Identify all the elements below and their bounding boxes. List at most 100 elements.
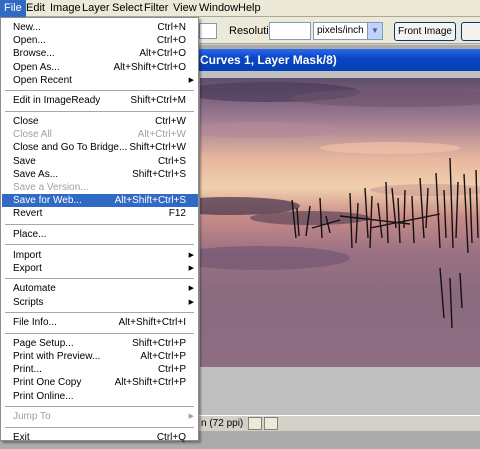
menu-item-label: File Info... — [13, 317, 57, 329]
menu-item-label: Revert — [13, 208, 43, 220]
menu-item-edit-in-imageready[interactable]: Edit in ImageReady Shift+Ctrl+M — [2, 94, 198, 107]
menu-item-print[interactable]: Print... Ctrl+P — [2, 363, 198, 376]
menu-item-label: Jump To — [13, 411, 51, 423]
menu-item-shortcut: Shift+Ctrl+W — [129, 142, 186, 154]
menu-item-label: Print with Preview... — [13, 351, 101, 362]
menu-item-jump-to: Jump To ▶ — [2, 410, 198, 423]
resolution-field[interactable] — [269, 22, 311, 40]
menu-item-save-for-web[interactable]: Save for Web... Alt+Shift+Ctrl+S — [2, 194, 198, 208]
height-field[interactable] — [199, 23, 217, 39]
menubar: File Edit Image Layer Select Filter View… — [0, 0, 480, 17]
menu-item-shortcut: Ctrl+P — [157, 364, 186, 376]
menu-item-label: Close All — [13, 129, 52, 141]
menu-item-automate[interactable]: Automate ▶ — [2, 282, 198, 295]
menu-item-label: Print... — [13, 364, 42, 376]
menu-item-print-online[interactable]: Print Online... — [2, 390, 198, 403]
menu-item-shortcut: Ctrl+N — [157, 22, 186, 33]
menu-item-file-info[interactable]: File Info... Alt+Shift+Ctrl+I — [2, 316, 198, 329]
menu-item-label: Export — [13, 262, 42, 274]
menu-item-open-recent[interactable]: Open Recent ▶ — [2, 74, 198, 87]
menu-item-label: Place... — [13, 229, 47, 240]
status-button[interactable] — [264, 417, 278, 430]
submenu-arrow-icon: ▶ — [188, 264, 194, 272]
menu-item-shortcut: Shift+Ctrl+P — [132, 337, 186, 349]
menu-item-label: Open... — [13, 35, 46, 47]
menu-item-shortcut: Alt+Shift+Ctrl+I — [118, 317, 186, 329]
clear-button[interactable] — [461, 22, 480, 41]
submenu-arrow-icon: ▶ — [188, 298, 194, 306]
menu-item-open[interactable]: Open... Ctrl+O — [2, 34, 198, 47]
submenu-arrow-icon: ▶ — [188, 76, 194, 84]
menu-item-close-all: Close All Alt+Ctrl+W — [2, 128, 198, 141]
resolution-units-select[interactable]: pixels/inch ▼ — [313, 22, 383, 40]
menu-separator — [5, 223, 194, 225]
menu-item-open-as[interactable]: Open As... Alt+Shift+Ctrl+O — [2, 61, 198, 74]
menu-item-import[interactable]: Import ▶ — [2, 249, 198, 262]
menu-item-label: Open Recent — [13, 74, 72, 86]
menu-item-save[interactable]: Save Ctrl+S — [2, 155, 198, 168]
status-zoom-text: n (72 ppi) — [201, 418, 244, 429]
menu-item-label: Scripts — [13, 296, 44, 308]
menu-item-label: Close — [13, 116, 39, 127]
menu-item-label: Open As... — [13, 61, 60, 73]
menu-item-close[interactable]: Close Ctrl+W — [2, 115, 198, 128]
menu-item-label: Save As... — [13, 168, 59, 180]
menu-separator — [5, 110, 194, 112]
menu-item-label: Save — [13, 155, 36, 167]
menu-item-label: Edit in ImageReady — [13, 95, 101, 107]
menu-item-label: Automate — [13, 283, 56, 295]
menu-item-new[interactable]: New... Ctrl+N — [2, 21, 198, 34]
menu-item-shortcut: Ctrl+S — [157, 155, 186, 167]
menu-separator — [5, 406, 194, 407]
menu-item-browse[interactable]: Browse... Alt+Ctrl+O — [2, 47, 198, 60]
menu-item-shortcut: F12 — [168, 208, 186, 220]
menu-separator — [5, 244, 194, 246]
menu-item-place[interactable]: Place... — [2, 228, 198, 241]
menu-item-shortcut: Shift+Ctrl+S — [132, 168, 186, 180]
submenu-arrow-icon: ▶ — [188, 251, 194, 259]
menu-item-shortcut: Alt+Shift+Ctrl+O — [113, 61, 186, 73]
menu-item-label: Print Online... — [13, 390, 74, 402]
menu-item-save-as[interactable]: Save As... Shift+Ctrl+S — [2, 168, 198, 181]
menu-help[interactable]: Help — [234, 0, 265, 17]
menu-item-label: Save for Web... — [13, 195, 82, 207]
file-menu: New... Ctrl+N Open... Ctrl+O Browse... Alt+Ct… — [0, 17, 199, 444]
menu-item-label: Close and Go To Bridge... — [13, 142, 128, 154]
menu-item-label: Exit — [13, 431, 30, 443]
menu-separator — [5, 90, 194, 92]
menu-separator — [5, 278, 194, 280]
menu-item-shortcut: Alt+Shift+Ctrl+P — [114, 377, 186, 389]
menu-separator — [5, 426, 194, 428]
menu-item-page-setup[interactable]: Page Setup... Shift+Ctrl+P — [2, 337, 198, 350]
menu-item-export[interactable]: Export ▶ — [2, 262, 198, 275]
menu-item-shortcut: Alt+Ctrl+P — [140, 351, 186, 362]
menu-item-shortcut: Shift+Ctrl+M — [130, 95, 186, 107]
menu-item-print-with-preview[interactable]: Print with Preview... Alt+Ctrl+P — [2, 350, 198, 363]
menu-item-shortcut: Ctrl+W — [155, 116, 186, 127]
menu-edit[interactable]: Edit — [22, 0, 49, 17]
menu-item-close-and-go-to-bridge[interactable]: Close and Go To Bridge... Shift+Ctrl+W — [2, 141, 198, 154]
front-image-button[interactable]: Front Image — [394, 22, 456, 41]
menu-item-label: Save a Version... — [13, 182, 89, 193]
menu-item-exit[interactable]: Exit Ctrl+Q — [2, 431, 198, 444]
menu-item-revert[interactable]: Revert F12 — [2, 207, 198, 220]
menu-item-scripts[interactable]: Scripts ▶ — [2, 296, 198, 309]
submenu-arrow-icon: ▶ — [188, 285, 194, 293]
submenu-arrow-icon: ▶ — [188, 413, 194, 421]
document-title: Curves 1, Layer Mask/8) — [200, 53, 337, 67]
menu-separator — [5, 332, 194, 334]
photo-canvas[interactable] — [200, 78, 480, 367]
status-button[interactable] — [248, 417, 262, 430]
menu-item-label: Page Setup... — [13, 337, 74, 349]
menu-separator — [5, 312, 194, 313]
menu-filter[interactable]: Filter — [140, 0, 172, 17]
menu-item-shortcut: Ctrl+O — [156, 35, 186, 47]
menu-item-shortcut: Alt+Ctrl+O — [139, 48, 186, 60]
menu-item-print-one-copy[interactable]: Print One Copy Alt+Shift+Ctrl+P — [2, 376, 198, 389]
menu-item-label: New... — [13, 22, 41, 33]
menu-item-shortcut: Alt+Ctrl+W — [137, 129, 186, 141]
resolution-units-value: pixels/inch — [317, 25, 364, 36]
menu-item-save-a-version: Save a Version... — [2, 181, 198, 194]
chevron-down-icon: ▼ — [367, 23, 382, 39]
menu-item-label: Print One Copy — [13, 377, 82, 389]
